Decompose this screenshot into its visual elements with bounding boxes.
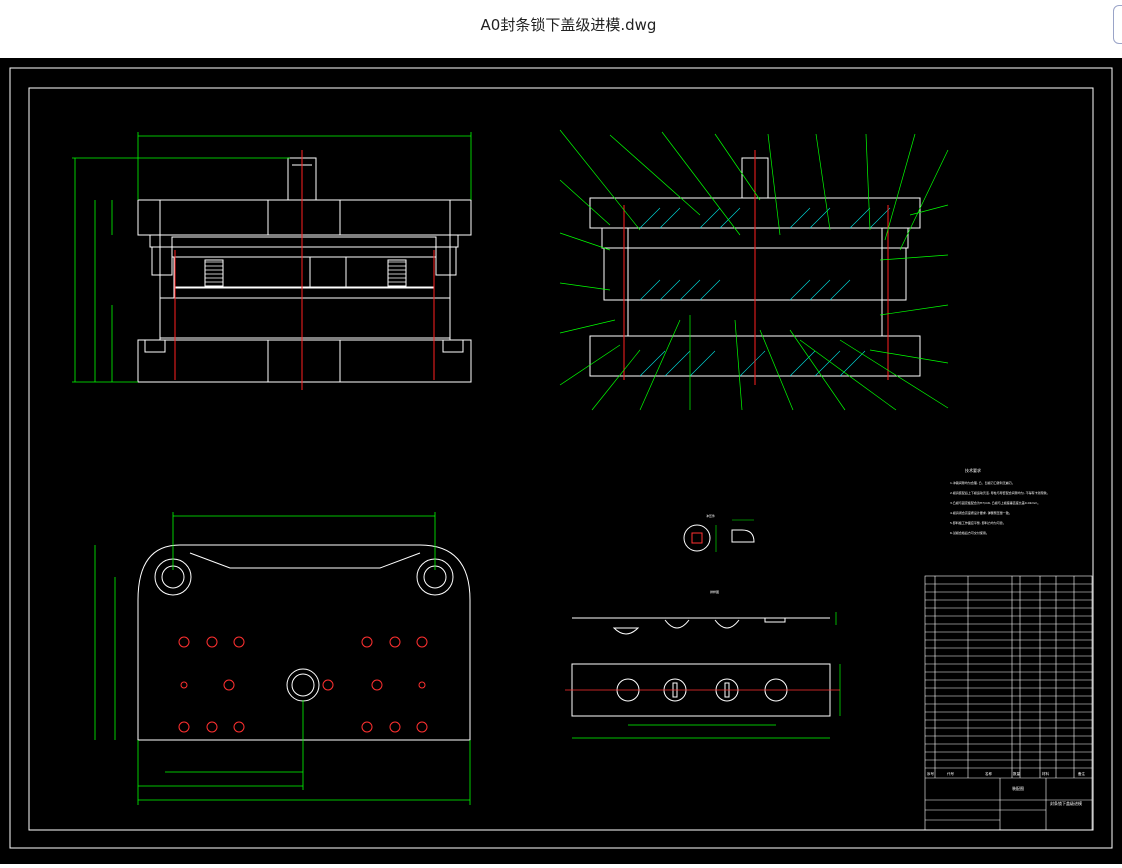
svg-text:代号: 代号 — [947, 771, 955, 776]
tech-note-4: 4.模具闭合高度按设计要求, 弹簧预压量一致。 — [950, 510, 1012, 515]
front-view-springs — [205, 261, 406, 283]
strip-layout — [571, 617, 831, 717]
outer-frame — [9, 67, 1113, 849]
tech-note-2: 2.模具装配后上下模运动灵活, 导柱与导套配合间隙均匀, 不得有卡滞现象。 — [950, 490, 1050, 495]
tech-note-3: 3.凸模与固定板配合为H7/m6, 凸模与上模座垂直度允差0.02mm。 — [950, 500, 1040, 505]
window-title: A0封条锁下盖级进模.dwg — [480, 16, 657, 34]
section-view-centerlines — [623, 150, 889, 385]
section-view-leaders — [559, 129, 949, 411]
title-block-material: 装配图 — [1012, 785, 1024, 791]
title-block-name: 封条锁下盖级进模 — [1050, 800, 1082, 806]
part-detail — [683, 524, 755, 552]
tech-note-1: 1.冲裁间隙均匀合理, 凸、凹模刃口锋利无崩刃。 — [950, 480, 1015, 485]
svg-text:名称: 名称 — [985, 771, 993, 776]
part-label: 冲压件 — [706, 513, 715, 518]
part-dimensions — [715, 519, 754, 552]
section-view-hatch — [639, 207, 891, 377]
tech-notes: 技术要求 1.冲裁间隙均匀合理, 凸、凹模刃口锋利无崩刃。 2.模具装配后上下模… — [950, 467, 1050, 535]
top-view — [137, 544, 471, 741]
window-titlebar: A0封条锁下盖级进模.dwg — [0, 0, 1122, 58]
cad-drawing: 技术要求 1.冲裁间隙均匀合理, 凸、凹模刃口锋利无崩刃。 2.模具装配后上下模… — [9, 67, 1113, 849]
bom-header: 序号 代号 名称 数量 材料 备注 — [927, 771, 1086, 776]
tech-note-6: 6.试模合格后方可交付使用。 — [950, 530, 989, 535]
svg-text:序号: 序号 — [927, 771, 935, 776]
strip-label: 排样图 — [710, 589, 719, 594]
svg-text:备注: 备注 — [1078, 771, 1086, 776]
dwg-viewer-canvas[interactable]: 技术要求 1.冲裁间隙均匀合理, 凸、凹模刃口锋利无崩刃。 2.模具装配后上下模… — [0, 58, 1122, 864]
front-view — [137, 157, 472, 383]
panel-toggle-button[interactable] — [1113, 5, 1122, 44]
svg-text:数量: 数量 — [1013, 771, 1021, 776]
inner-frame — [28, 87, 1094, 831]
tech-notes-heading: 技术要求 — [965, 467, 981, 473]
bom-table — [924, 575, 1093, 831]
svg-text:材料: 材料 — [1042, 771, 1050, 776]
tech-note-5: 5.卸料板工作面应平整, 卸料力均匀可靠。 — [950, 520, 1006, 525]
strip-dimensions — [572, 612, 841, 739]
